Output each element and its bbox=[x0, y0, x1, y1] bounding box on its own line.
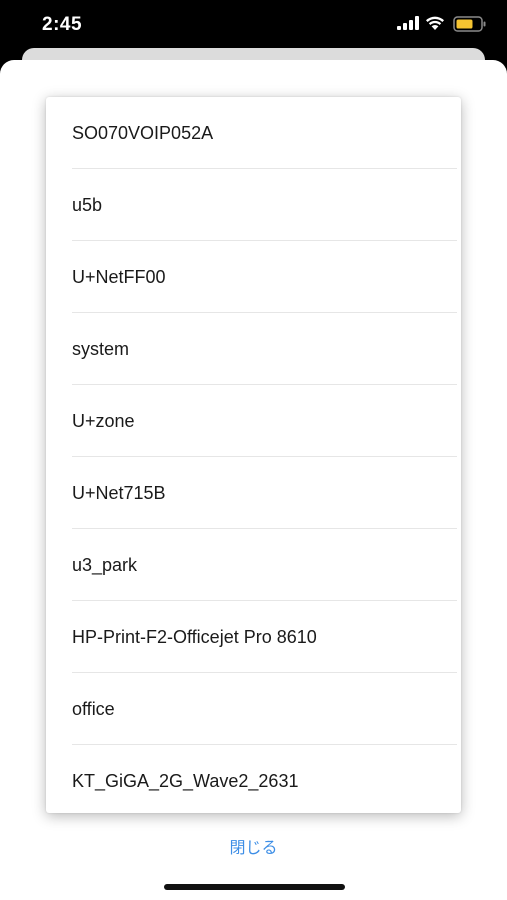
close-button[interactable]: 閉じる bbox=[0, 834, 507, 858]
wifi-icon bbox=[426, 16, 444, 30]
network-item[interactable]: U+zone bbox=[46, 385, 461, 457]
signal-icon bbox=[397, 16, 419, 30]
network-item[interactable]: u5b bbox=[46, 169, 461, 241]
network-item[interactable]: u3_park bbox=[46, 529, 461, 601]
network-item[interactable]: SO070VOIP052A bbox=[46, 97, 461, 169]
network-list-popup: SO070VOIP052A u5b U+NetFF00 system U+zon… bbox=[46, 97, 461, 813]
network-item[interactable]: system bbox=[46, 313, 461, 385]
network-item[interactable]: HP-Print-F2-Officejet Pro 8610 bbox=[46, 601, 461, 673]
network-item[interactable]: office bbox=[46, 673, 461, 745]
network-item[interactable]: U+Net715B bbox=[46, 457, 461, 529]
battery-icon bbox=[453, 16, 486, 32]
network-item[interactable]: U+NetFF00 bbox=[46, 241, 461, 313]
status-time: 2:45 bbox=[42, 14, 83, 35]
network-item[interactable]: KT_GiGA_2G_Wave2_2631 bbox=[46, 745, 461, 813]
home-indicator[interactable] bbox=[164, 884, 345, 890]
status-bar: 2:45 bbox=[0, 0, 507, 50]
network-list: SO070VOIP052A u5b U+NetFF00 system U+zon… bbox=[46, 97, 461, 813]
